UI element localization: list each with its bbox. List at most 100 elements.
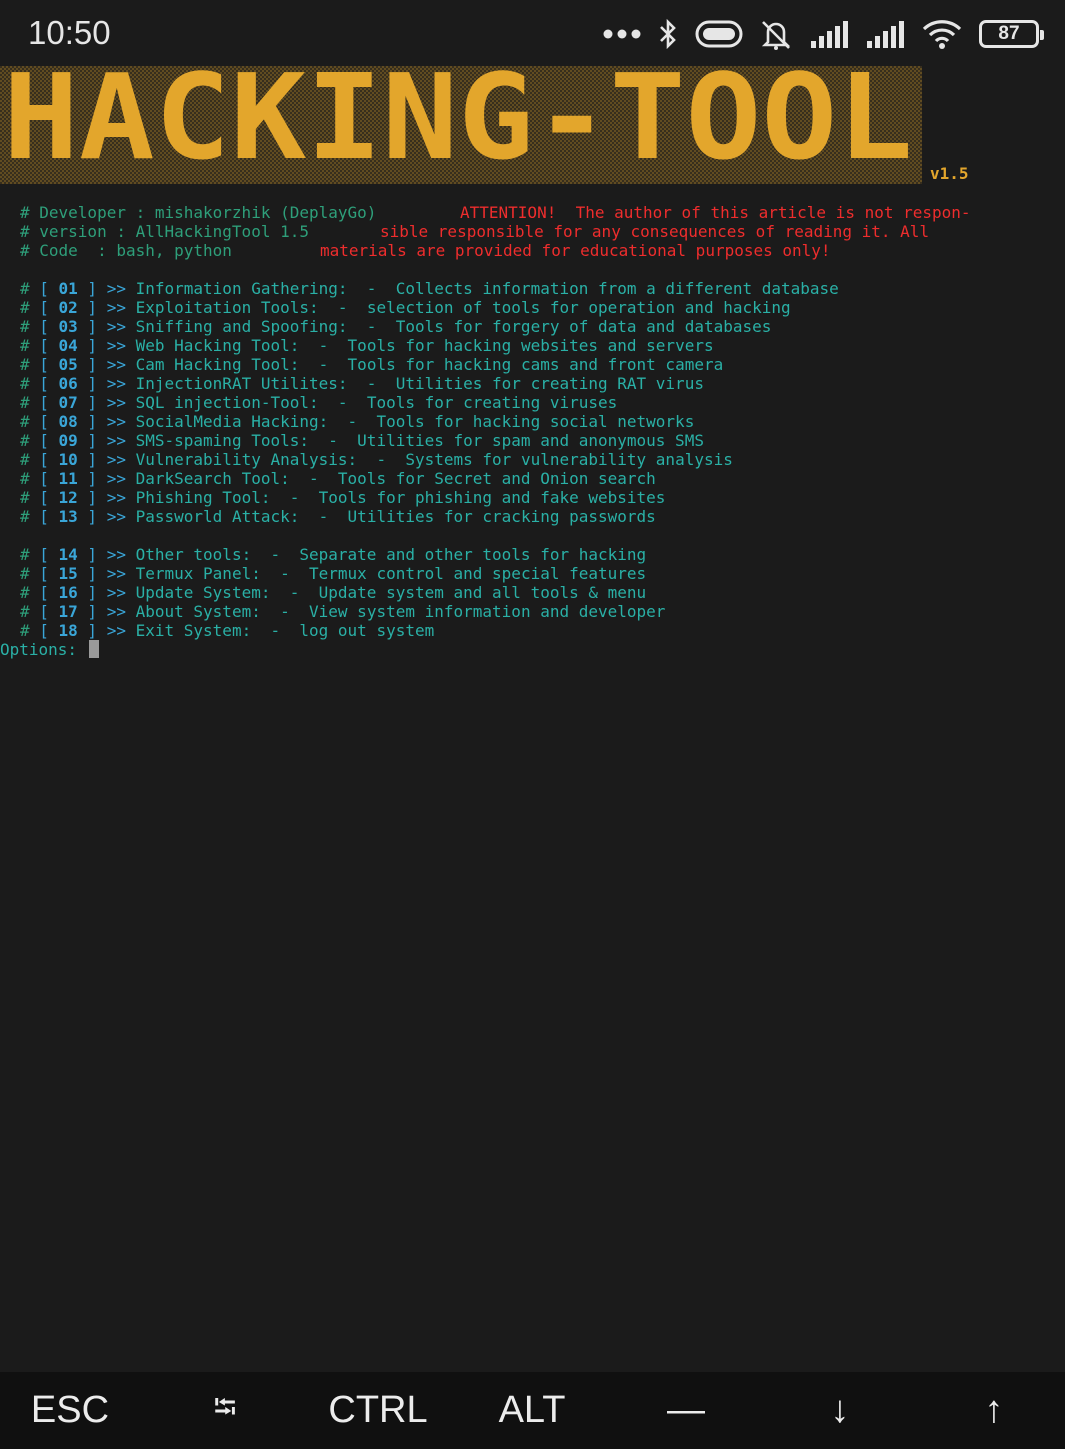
alarm-off-icon bbox=[761, 21, 791, 50]
menu-title: InjectionRAT Utilites: bbox=[135, 374, 348, 393]
dash-key[interactable]: — bbox=[616, 1372, 756, 1449]
up-arrow-key[interactable]: ↑ bbox=[924, 1372, 1064, 1449]
menu-title: Exploitation Tools: bbox=[135, 298, 319, 317]
menu-bracket: ] bbox=[77, 564, 107, 583]
menu-bracket: ] bbox=[77, 393, 107, 412]
menu-number: 03 bbox=[58, 317, 78, 336]
menu-number: 10 bbox=[58, 450, 78, 469]
menu-bracket: ] bbox=[77, 355, 107, 374]
menu-title: Passworld Attack: bbox=[135, 507, 300, 526]
menu-hash: # bbox=[20, 564, 40, 583]
menu-separator: - bbox=[260, 564, 310, 583]
menu-separator: - bbox=[347, 279, 396, 298]
menu-title: Information Gathering: bbox=[135, 279, 348, 298]
menu-bracket: ] bbox=[77, 488, 107, 507]
menu-arrow: >> bbox=[106, 355, 136, 374]
options-prompt[interactable]: Options: bbox=[0, 640, 100, 659]
menu-bracket: [ bbox=[39, 507, 59, 526]
menu-number: 14 bbox=[58, 545, 78, 564]
menu-arrow: >> bbox=[106, 602, 136, 621]
menu-bracket: ] bbox=[77, 374, 107, 393]
menu-description: View system information and developer bbox=[309, 602, 666, 621]
menu-bracket: ] bbox=[77, 431, 107, 450]
menu-bracket: [ bbox=[39, 583, 59, 602]
menu-title: SMS-spaming Tools: bbox=[135, 431, 309, 450]
alt-key[interactable]: ALT bbox=[462, 1372, 602, 1449]
menu-description: selection of tools for operation and hac… bbox=[366, 298, 791, 317]
menu-hash: # bbox=[20, 583, 40, 602]
menu-number: 07 bbox=[58, 393, 78, 412]
menu-separator: - bbox=[251, 621, 300, 640]
menu-arrow: >> bbox=[106, 507, 136, 526]
menu-arrow: >> bbox=[106, 431, 136, 450]
menu-number: 08 bbox=[58, 412, 78, 431]
menu-bracket: [ bbox=[39, 355, 59, 374]
menu-description: Utilities for creating RAT virus bbox=[395, 374, 704, 393]
menu-description: Tools for creating viruses bbox=[366, 393, 618, 412]
status-bar: 10:50 87 bbox=[0, 0, 1065, 68]
menu-arrow: >> bbox=[106, 469, 136, 488]
menu-arrow: >> bbox=[106, 317, 136, 336]
menu-item-08: # [ 08 ] >> SocialMedia Hacking: - Tools… bbox=[20, 412, 694, 431]
menu-item-12: # [ 12 ] >> Phishing Tool: - Tools for p… bbox=[20, 488, 665, 507]
attention-line-1: ATTENTION! The author of this article is… bbox=[460, 203, 971, 222]
text-cursor bbox=[89, 640, 100, 658]
menu-bracket: ] bbox=[77, 545, 107, 564]
menu-arrow: >> bbox=[106, 545, 136, 564]
more-dots-icon bbox=[603, 29, 641, 39]
menu-bracket: [ bbox=[39, 431, 59, 450]
menu-separator: - bbox=[347, 374, 396, 393]
code-line: # Code : bash, python bbox=[20, 241, 232, 260]
menu-arrow: >> bbox=[106, 564, 136, 583]
menu-title: DarkSearch Tool: bbox=[135, 469, 290, 488]
menu-item-14: # [ 14 ] >> Other tools: - Separate and … bbox=[20, 545, 646, 564]
menu-bracket: ] bbox=[77, 583, 107, 602]
menu-description: Tools for hacking cams and front camera bbox=[347, 355, 724, 374]
menu-description: Tools for forgery of data and databases bbox=[395, 317, 772, 336]
extra-keys-bar: ESC ⭾ CTRL ALT — ↓ ↑ bbox=[0, 1372, 1065, 1449]
menu-hash: # bbox=[20, 298, 40, 317]
menu-bracket: ] bbox=[77, 621, 107, 640]
menu-bracket: [ bbox=[39, 336, 59, 355]
menu-item-16: # [ 16 ] >> Update System: - Update syst… bbox=[20, 583, 646, 602]
menu-separator: - bbox=[270, 488, 319, 507]
ctrl-key[interactable]: CTRL bbox=[308, 1372, 448, 1449]
menu-bracket: [ bbox=[39, 545, 59, 564]
menu-number: 06 bbox=[58, 374, 78, 393]
menu-description: Tools for phishing and fake websites bbox=[318, 488, 666, 507]
menu-hash: # bbox=[20, 317, 40, 336]
battery-icon: 87 bbox=[979, 20, 1044, 48]
menu-item-15: # [ 15 ] >> Termux Panel: - Termux contr… bbox=[20, 564, 646, 583]
menu-hash: # bbox=[20, 545, 40, 564]
menu-description: log out system bbox=[299, 621, 435, 640]
menu-number: 13 bbox=[58, 507, 78, 526]
developer-line: # Developer : mishakorzhik (DeplayGo) bbox=[20, 203, 377, 222]
esc-key[interactable]: ESC bbox=[0, 1372, 140, 1449]
signal-icon bbox=[811, 21, 848, 48]
menu-item-06: # [ 06 ] >> InjectionRAT Utilites: - Uti… bbox=[20, 374, 704, 393]
status-icons: 87 bbox=[603, 14, 1044, 54]
menu-bracket: ] bbox=[77, 450, 107, 469]
down-arrow-key[interactable]: ↓ bbox=[770, 1372, 910, 1449]
menu-bracket: [ bbox=[39, 374, 59, 393]
menu-title: About System: bbox=[135, 602, 261, 621]
menu-description: Tools for Secret and Onion search bbox=[337, 469, 656, 488]
menu-title: Exit System: bbox=[135, 621, 252, 640]
tab-key[interactable]: ⭾ bbox=[155, 1372, 295, 1449]
menu-description: Utilities for spam and anonymous SMS bbox=[357, 431, 704, 450]
menu-bracket: [ bbox=[39, 298, 59, 317]
menu-arrow: >> bbox=[106, 393, 136, 412]
version-line: # version : AllHackingTool 1.5 bbox=[20, 222, 309, 241]
menu-description: Separate and other tools for hacking bbox=[299, 545, 647, 564]
prompt-label: Options: bbox=[0, 640, 78, 659]
menu-arrow: >> bbox=[106, 374, 136, 393]
menu-item-18: # [ 18 ] >> Exit System: - log out syste… bbox=[20, 621, 434, 640]
menu-bracket: [ bbox=[39, 279, 59, 298]
version-tag: v1.5 bbox=[930, 164, 969, 183]
menu-bracket: [ bbox=[39, 450, 59, 469]
menu-item-01: # [ 01 ] >> Information Gathering: - Col… bbox=[20, 279, 839, 298]
menu-separator: - bbox=[318, 298, 367, 317]
menu-separator: - bbox=[299, 336, 348, 355]
menu-bracket: ] bbox=[77, 279, 107, 298]
attention-line-3: materials are provided for educational p… bbox=[320, 241, 831, 260]
